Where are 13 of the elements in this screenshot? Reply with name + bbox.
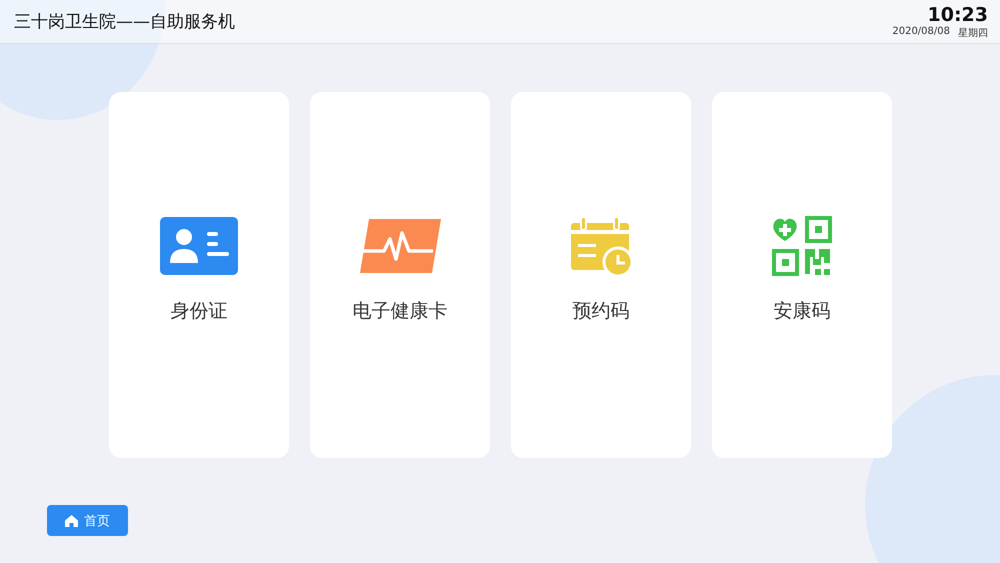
health-qr-code-icon [772,216,832,276]
weekday-text: 星期四 [958,26,988,40]
date-text: 2020/08/08 [892,26,950,38]
service-card[interactable]: 预约码 [511,92,691,458]
service-card[interactable]: 身份证 [109,92,289,458]
home-icon [65,514,78,526]
service-card[interactable]: 电子健康卡 [310,92,490,458]
clock-time: 10:23 [928,4,988,26]
calendar-clock-icon [570,216,632,276]
service-card[interactable]: 安康码 [712,92,892,458]
id-card-icon [160,217,238,275]
heartbeat-card-icon [357,217,443,275]
window-title: 三十岗卫生院——自助服务机 [14,11,235,33]
